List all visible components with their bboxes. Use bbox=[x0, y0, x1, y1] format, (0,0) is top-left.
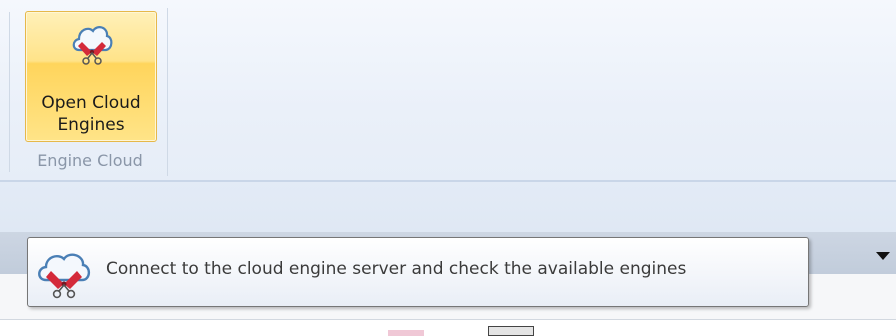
button-label-line-1: Open Cloud bbox=[41, 93, 141, 113]
cloud-engine-icon bbox=[72, 26, 113, 65]
partial-element bbox=[488, 326, 534, 336]
group-label: Engine Cloud bbox=[37, 151, 143, 170]
ribbon-group-engine-cloud: Open Cloud Engines Engine Cloud bbox=[13, 8, 168, 176]
partial-element bbox=[388, 330, 424, 336]
cloud-engine-icon bbox=[38, 253, 91, 299]
ribbon-separator bbox=[9, 12, 10, 172]
chevron-down-icon[interactable] bbox=[876, 252, 890, 260]
tooltip-text: Connect to the cloud engine server and c… bbox=[106, 259, 687, 279]
tooltip: Connect to the cloud engine server and c… bbox=[27, 237, 809, 307]
open-cloud-engines-button[interactable]: Open Cloud Engines bbox=[25, 11, 157, 142]
open-cloud-engines-label: Open Cloud Engines bbox=[26, 92, 156, 136]
ribbon-lower-band bbox=[0, 182, 896, 232]
ribbon-panel: Open Cloud Engines Engine Cloud bbox=[0, 0, 896, 182]
content-divider bbox=[0, 319, 896, 320]
button-label-line-2: Engines bbox=[57, 115, 125, 135]
